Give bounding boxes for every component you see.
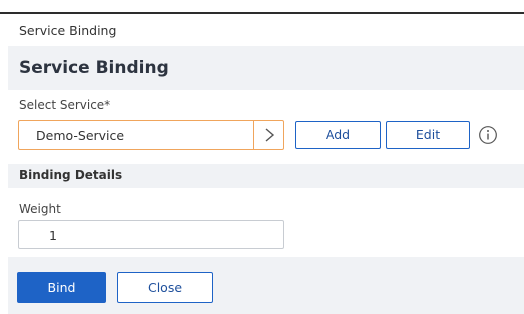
add-button[interactable]: Add bbox=[295, 121, 381, 149]
binding-details-title: Binding Details bbox=[19, 168, 123, 182]
weight-value: 1 bbox=[49, 228, 57, 243]
breadcrumb: Service Binding bbox=[19, 23, 117, 38]
breadcrumb-bar: Service Binding bbox=[0, 14, 524, 46]
select-service-label: Select Service* bbox=[19, 98, 111, 112]
weight-input[interactable]: 1 bbox=[18, 220, 284, 249]
select-divider bbox=[253, 121, 254, 149]
page-title: Service Binding bbox=[19, 58, 169, 78]
close-button[interactable]: Close bbox=[117, 272, 213, 303]
weight-label: Weight bbox=[19, 202, 61, 216]
bind-button[interactable]: Bind bbox=[17, 272, 106, 303]
chevron-right-icon[interactable] bbox=[262, 128, 276, 142]
service-select[interactable]: Demo-Service bbox=[18, 120, 284, 150]
binding-details-header: Binding Details bbox=[8, 164, 524, 188]
page-header: Service Binding bbox=[8, 46, 524, 90]
edit-button[interactable]: Edit bbox=[386, 121, 470, 149]
service-select-value: Demo-Service bbox=[36, 128, 125, 143]
info-icon[interactable] bbox=[478, 125, 498, 145]
